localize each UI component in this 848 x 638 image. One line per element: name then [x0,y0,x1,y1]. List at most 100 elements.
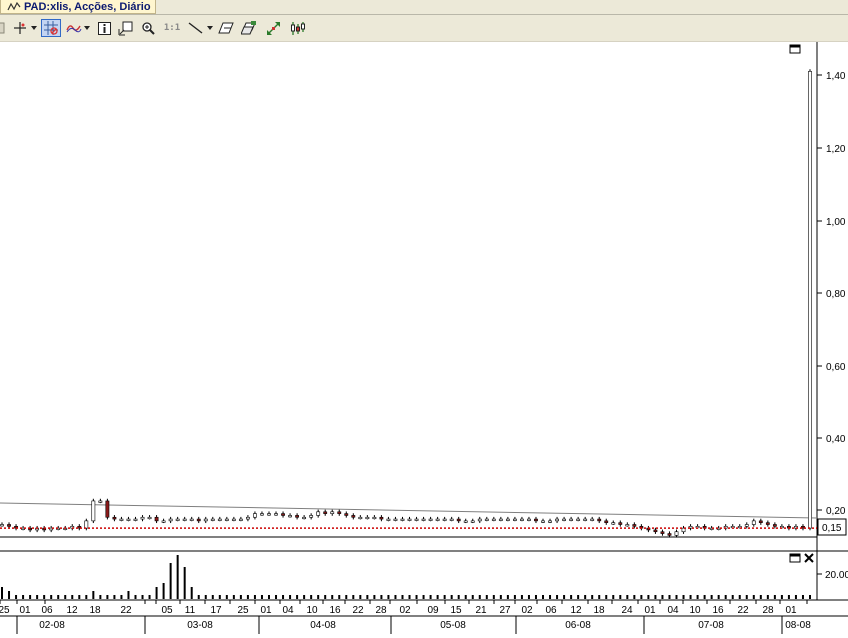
price-tick-label: 0,80 [826,289,846,300]
volume-bar [654,595,657,599]
date-day-label: 18 [89,605,101,616]
chart-area[interactable]: 1,40 1,20 1,00 0,80 0,60 0,40 0,20 0,15 … [0,42,848,634]
date-day-label: 12 [570,605,582,616]
volume-bar [619,595,622,599]
date-day-label: 10 [306,605,318,616]
volume-bar [485,595,488,599]
info-icon[interactable] [96,19,112,37]
date-month-label: 04-08 [310,620,336,631]
volume-bar [605,595,608,599]
eraser-icon[interactable] [217,19,235,37]
volume-bar [506,595,509,599]
volume-bar [780,595,783,599]
volume-bar [289,595,292,599]
volume-bar [22,595,25,599]
volume-bar [429,595,432,599]
volume-bar [457,595,460,599]
zoom-icon[interactable] [140,19,156,37]
indicator-dropdown-icon[interactable] [83,19,91,37]
volume-bar [155,587,158,599]
price-tick-label: 0,60 [826,362,846,373]
volume-bar [303,595,306,599]
date-day-label: 25 [237,605,249,616]
volume-bar [106,595,109,599]
volume-bar [738,595,741,599]
volume-bar [471,595,474,599]
date-day-label: 22 [120,605,132,616]
date-month-label: 08-08 [785,620,811,631]
price-chart[interactable]: 1,40 1,20 1,00 0,80 0,60 0,40 0,20 0,15 … [0,42,848,634]
toolbar-edge-button[interactable] [0,19,6,37]
volume-bar [218,595,221,599]
date-day-label: 28 [762,605,774,616]
volume-bar [443,595,446,599]
volume-bar [225,595,228,599]
date-day-label: 01 [260,605,272,616]
volume-bar [50,595,53,599]
volume-pane-maximize-button[interactable] [789,553,801,563]
grid-toggle-icon[interactable] [41,19,61,37]
last-price-badge: 0,15 [817,518,847,536]
volume-bar [345,595,348,599]
volume-bar [267,595,270,599]
volume-bar [520,595,523,599]
zoom-reset-icon[interactable]: 1:1 [162,19,182,37]
volume-bar [542,595,545,599]
date-day-label: 01 [644,605,656,616]
volume-bar [752,595,755,599]
candle [91,498,96,524]
volume-bar [450,595,453,599]
volume-bar [162,583,165,599]
chart-background [0,42,848,634]
volume-bar [64,595,67,599]
volume-bar [394,595,397,599]
date-month-label: 07-08 [698,620,724,631]
volume-bar [352,595,355,599]
price-tick-label: 1,40 [826,71,846,82]
volume-bar [682,595,685,599]
date-month-label: 05-08 [440,620,466,631]
volume-bar [436,595,439,599]
volume-bar [794,595,797,599]
candle [808,69,812,531]
last-price-label: 0,15 [822,523,842,534]
trendline-dropdown-icon[interactable] [206,19,214,37]
volume-bar [239,595,242,599]
volume-bar [499,595,502,599]
zoom-reset-label: 1:1 [163,23,181,33]
volume-bar [338,595,341,599]
volume-bar [787,595,790,599]
volume-bar [373,595,376,599]
scale-icon[interactable] [264,19,282,37]
date-day-label: 27 [499,605,511,616]
volume-bar [527,595,530,599]
crosshair-dropdown-icon[interactable] [30,19,38,37]
date-day-label: 18 [593,605,605,616]
volume-bar [183,567,186,599]
price-pane-maximize-button[interactable] [789,44,801,54]
crosshair-icon[interactable] [12,19,28,37]
date-month-label: 02-08 [39,620,65,631]
volume-bar [275,595,278,599]
pan-icon[interactable] [117,19,133,37]
volume-bar [422,595,425,599]
volume-bar [113,595,116,599]
volume-bar [211,595,214,599]
trendline-icon[interactable] [186,19,204,37]
candlestick-icon[interactable] [288,19,306,37]
candle [105,498,110,520]
volume-bar [8,591,11,599]
volume-bar [232,595,235,599]
volume-bar [127,591,130,599]
date-day-label: 22 [737,605,749,616]
volume-bar [513,595,516,599]
template-icon[interactable] [240,19,258,37]
date-day-label: 11 [185,605,196,616]
indicator-wave-icon[interactable] [66,19,82,37]
volume-bar [120,595,123,599]
date-day-label: 02 [399,605,411,616]
chart-tab[interactable]: PAD:xlis, Acções, Diário [0,0,156,14]
volume-bar [640,595,643,599]
volume-bar [549,595,552,599]
volume-bar [612,595,615,599]
